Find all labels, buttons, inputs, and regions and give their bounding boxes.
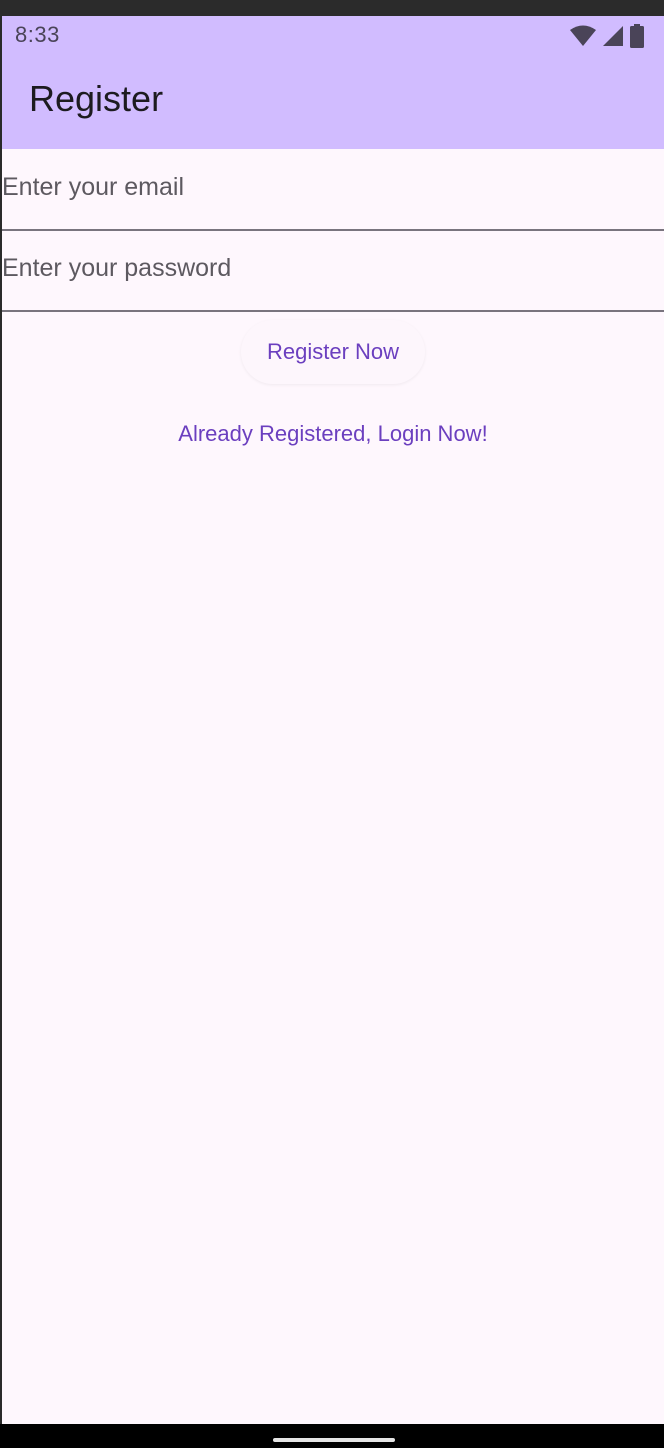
gesture-handle[interactable] (273, 1438, 395, 1442)
device-frame: 8:33 Register Enter your email Register … (0, 0, 664, 1448)
navigation-bar (0, 1424, 664, 1448)
page-title: Register (29, 78, 164, 119)
status-time: 8:33 (15, 22, 60, 47)
login-link[interactable]: Already Registered, Login Now! (2, 416, 664, 452)
email-field-container (2, 149, 664, 231)
register-button[interactable]: Register Now (241, 320, 425, 384)
battery-icon (630, 24, 644, 48)
app-header: 8:33 Register (2, 16, 664, 149)
wifi-icon (570, 25, 596, 47)
app-screen: 8:33 Register Enter your email Register … (2, 16, 664, 1424)
top-bezel (0, 0, 664, 16)
email-field[interactable] (2, 149, 664, 229)
status-bar: 8:33 (2, 16, 664, 54)
password-field-container (2, 230, 664, 312)
cell-signal-icon (602, 25, 624, 47)
password-field[interactable] (2, 230, 664, 310)
status-icons (570, 24, 644, 48)
